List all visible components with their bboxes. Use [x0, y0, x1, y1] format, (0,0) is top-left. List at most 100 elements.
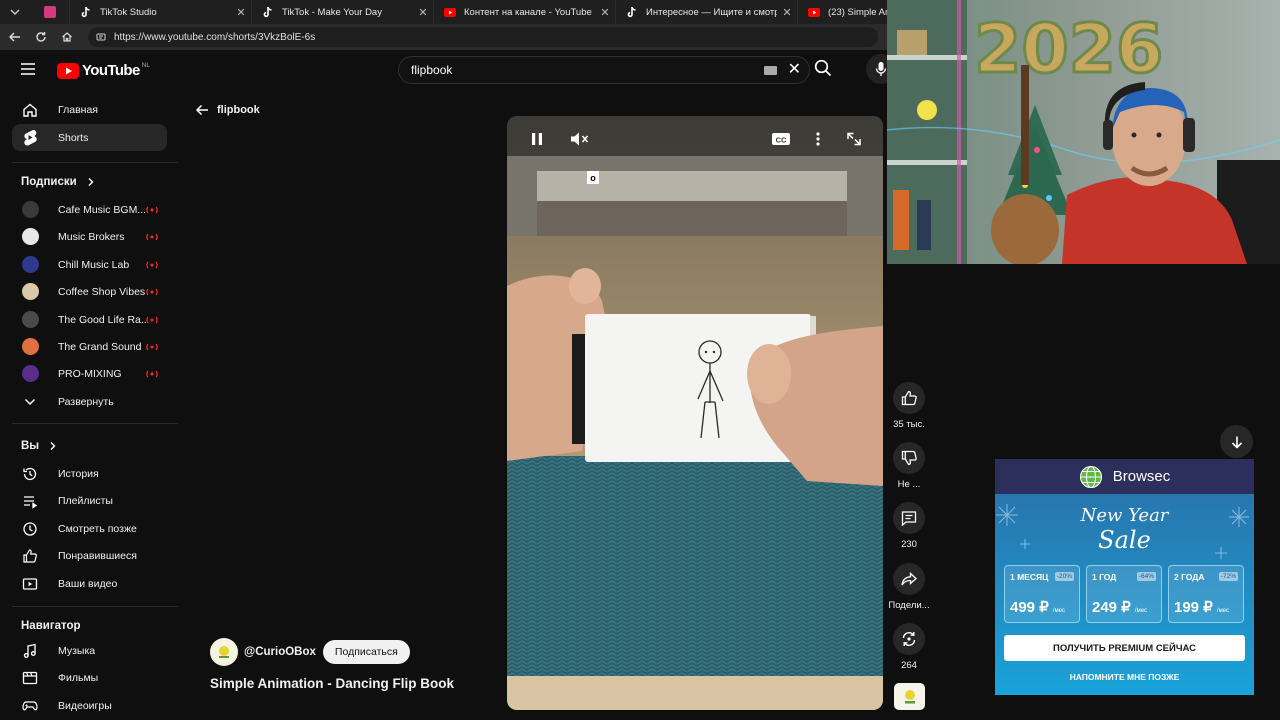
shorts-icon	[22, 130, 38, 146]
sidebar-item-films[interactable]: Фильмы	[12, 664, 167, 691]
sidebar-item-music[interactable]: Музыка	[12, 637, 167, 664]
sidebar-item-gaming[interactable]: Видеоигры	[12, 692, 167, 719]
channel-name: Chill Music Lab	[58, 258, 130, 271]
remind-later-link[interactable]: НАПОМНИТЕ МНЕ ПОЗЖЕ	[995, 672, 1254, 682]
channel-name[interactable]: @CurioOBox	[244, 646, 316, 658]
browser-tab[interactable]: TikTok - Make Your Day ✕	[252, 0, 434, 24]
fullscreen-button[interactable]	[843, 130, 865, 148]
arrow-left-icon	[195, 104, 208, 116]
navigator-heading: Навигатор	[21, 620, 81, 632]
tab-label: TikTok Studio	[100, 6, 157, 18]
plan-1-month[interactable]: 1 МЕСЯЦ -20% 499 ₽ /мес	[1004, 565, 1080, 623]
sidebar-item-label: Ваши видео	[58, 577, 118, 590]
sidebar-item-your-videos[interactable]: Ваши видео	[12, 570, 167, 597]
channel-logo-icon	[904, 689, 915, 703]
like-button[interactable]	[893, 382, 925, 414]
sidebar-item-watch-later[interactable]: Смотреть позже	[12, 515, 167, 542]
keyboard-icon[interactable]	[764, 66, 777, 75]
comments-button[interactable]	[893, 502, 925, 534]
more-vertical-icon	[816, 132, 820, 146]
reload-button[interactable]	[28, 24, 54, 50]
sidebar-item-playlists[interactable]: Плейлисты	[12, 487, 167, 514]
get-premium-button[interactable]: ПОЛУЧИТЬ PREMIUM СЕЙЧАС	[1004, 635, 1245, 661]
subscriptions-heading[interactable]: Подписки	[21, 176, 96, 188]
remix-button[interactable]	[893, 623, 925, 655]
url-field[interactable]: https://www.youtube.com/shorts/3VkzBolE-…	[88, 27, 878, 47]
menu-button[interactable]	[20, 62, 36, 76]
live-icon	[146, 370, 158, 378]
home-button[interactable]	[54, 24, 80, 50]
youtube-logo[interactable]: YouTube NL	[57, 62, 150, 79]
plan-price: 499 ₽ /мес	[1010, 599, 1066, 616]
dislike-button[interactable]	[893, 442, 925, 474]
subscription-item[interactable]: PRO-MIXING	[12, 360, 167, 387]
tab-label: Контент на канале - YouTube Studio	[464, 6, 595, 18]
you-heading[interactable]: Вы	[21, 440, 58, 452]
browser-tab[interactable]: TikTok Studio ✕	[70, 0, 252, 24]
close-icon[interactable]: ✕	[413, 6, 433, 19]
tiktok-icon	[262, 6, 274, 18]
captions-button[interactable]: CC	[770, 130, 792, 148]
plan-1-year[interactable]: 1 ГОД -64% 249 ₽ /мес	[1086, 565, 1162, 623]
tab-search-button[interactable]	[0, 0, 30, 24]
browser-tab[interactable]: Интересное — Ищите и смотрите ✕	[616, 0, 798, 24]
tab-label: Интересное — Ищите и смотрите	[646, 6, 777, 18]
comment-icon	[901, 511, 917, 527]
pinned-tab[interactable]	[30, 0, 70, 24]
channel-avatar	[22, 338, 39, 355]
next-video-button[interactable]	[1220, 425, 1253, 458]
back-button[interactable]	[2, 24, 28, 50]
sidebar-item-label: Смотреть позже	[58, 522, 137, 535]
chevron-down-icon	[10, 9, 20, 15]
logo-wordmark: YouTube	[82, 62, 140, 79]
youtube-play-icon	[57, 62, 79, 79]
video-title[interactable]: Simple Animation - Dancing Flip Book	[210, 676, 454, 691]
tiktok-icon	[626, 6, 638, 18]
pause-button[interactable]	[525, 130, 549, 148]
microphone-icon	[875, 62, 887, 76]
home-icon	[62, 32, 72, 42]
plan-discount: -72%	[1218, 572, 1238, 581]
video-frame	[507, 116, 883, 710]
channel-avatar[interactable]	[210, 638, 238, 666]
close-icon[interactable]: ✕	[595, 6, 615, 19]
share-button[interactable]	[893, 563, 925, 595]
subscription-item[interactable]: The Good Life Ra...	[12, 306, 167, 333]
playlists-icon	[22, 493, 38, 509]
subscription-item[interactable]: Chill Music Lab	[12, 251, 167, 278]
plan-discount: -20%	[1054, 572, 1074, 581]
site-info-icon[interactable]	[96, 32, 106, 42]
shorts-video-player[interactable]: CC o	[507, 116, 883, 710]
close-icon[interactable]: ✕	[777, 6, 797, 19]
home-icon	[22, 102, 38, 118]
sound-thumbnail[interactable]	[894, 683, 925, 710]
plan-price: 199 ₽ /мес	[1174, 599, 1230, 616]
subscription-item[interactable]: Music Brokers	[12, 223, 167, 250]
sidebar-expand-button[interactable]: Развернуть	[12, 388, 167, 415]
subscription-item[interactable]: Cafe Music BGM...	[12, 196, 167, 223]
more-options-button[interactable]	[807, 130, 829, 148]
mute-button[interactable]	[569, 130, 591, 148]
sidebar-item-shorts[interactable]: Shorts	[12, 124, 167, 151]
search-query: flipbook	[411, 63, 453, 77]
close-icon[interactable]: ✕	[231, 6, 251, 19]
fullscreen-icon	[847, 132, 861, 146]
pause-icon	[532, 133, 542, 145]
url-text: https://www.youtube.com/shorts/3VkzBolE-…	[114, 31, 316, 43]
dislike-action: Не ...	[885, 442, 933, 490]
sidebar-item-history[interactable]: История	[12, 460, 167, 487]
browser-tab[interactable]: Контент на канале - YouTube Studio ✕	[434, 0, 616, 24]
search-input[interactable]: flipbook ✕	[398, 56, 810, 84]
subscribe-button[interactable]: Подписаться	[322, 640, 410, 664]
subscription-item[interactable]: The Grand Sound	[12, 333, 167, 360]
channel-name: The Grand Sound	[58, 340, 142, 353]
search-button[interactable]	[814, 59, 832, 77]
back-to-search[interactable]: flipbook	[195, 104, 260, 116]
clear-search-icon[interactable]: ✕	[788, 62, 801, 78]
divider	[12, 423, 178, 424]
plan-2-years[interactable]: 2 ГОДА -72% 199 ₽ /мес	[1168, 565, 1244, 623]
browsec-ad[interactable]: Browsec New Year Sale 1 МЕСЯЦ -20% 499 ₽…	[995, 459, 1254, 695]
subscription-item[interactable]: Coffee Shop Vibes	[12, 278, 167, 305]
sidebar-item-liked[interactable]: Понравившиеся	[12, 542, 167, 569]
sidebar-item-home[interactable]: Главная	[12, 96, 167, 123]
